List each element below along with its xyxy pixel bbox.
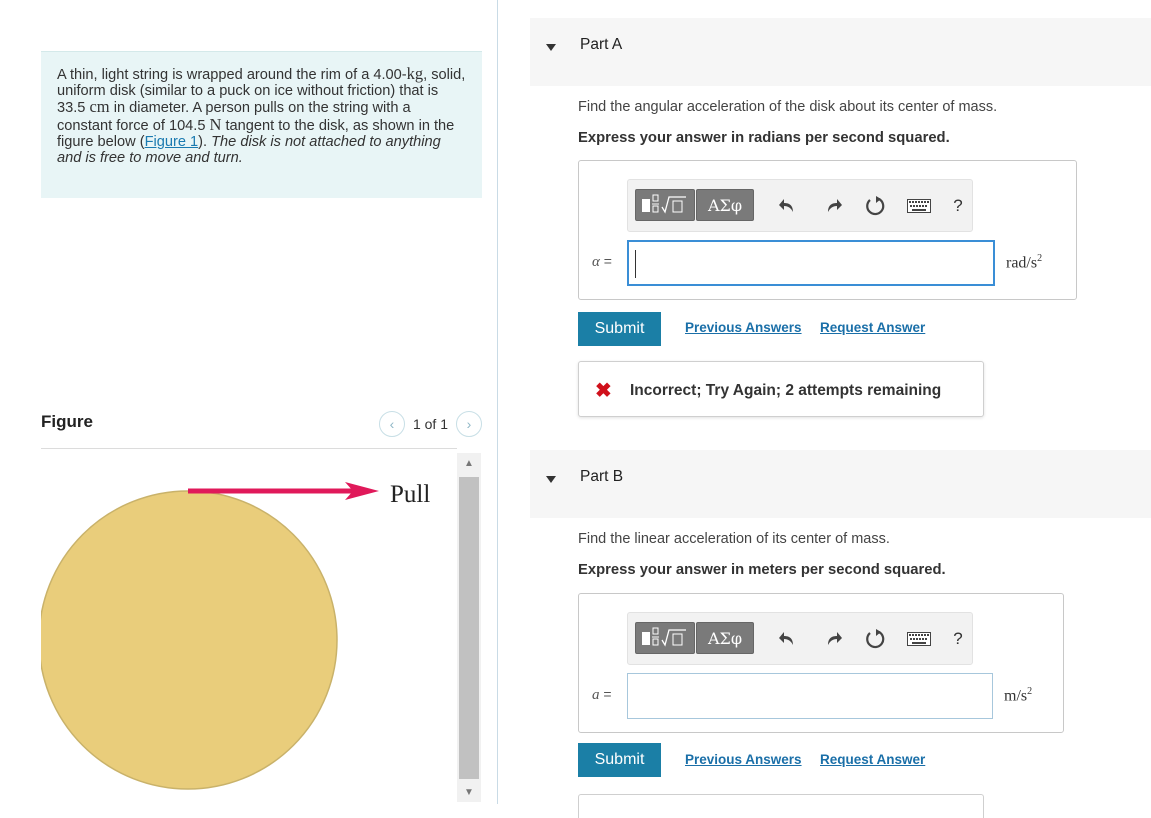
keyboard-icon[interactable] <box>907 194 931 218</box>
scroll-up-icon[interactable]: ▲ <box>457 453 481 473</box>
pull-label: Pull <box>390 481 430 508</box>
figure-pager: ‹ 1 of 1 › <box>378 411 482 437</box>
chevron-right-icon[interactable]: › <box>456 411 482 437</box>
part-a-answer-box: ΑΣφ ? α = rad/s2 <box>578 160 1077 300</box>
feedback-message: Incorrect; Try Again; 2 attempts remaini… <box>630 382 942 399</box>
equals-sign: = <box>599 686 612 702</box>
templates-icon[interactable] <box>635 622 695 654</box>
caret-down-icon[interactable] <box>546 44 556 51</box>
part-a-answer-input[interactable] <box>627 240 995 286</box>
math-toolbar: ΑΣφ ? <box>627 612 973 665</box>
redo-icon[interactable] <box>821 194 845 218</box>
chevron-left-icon[interactable]: ‹ <box>378 411 405 437</box>
part-b-answer-input[interactable] <box>627 673 993 719</box>
unit-cm: cm <box>89 97 110 117</box>
figure-viewport: Pull <box>41 450 457 802</box>
part-a-submit-button[interactable]: Submit <box>578 312 661 346</box>
disk-figure: Pull <box>41 481 430 790</box>
text-cursor <box>635 250 636 278</box>
part-b-instruction: Express your answer in meters per second… <box>578 562 946 578</box>
left-panel: A thin, light string is wrapped around t… <box>0 0 497 818</box>
variable-symbol: α <box>592 254 600 270</box>
figure-title: Figure <box>41 412 93 431</box>
part-a-title: Part A <box>580 36 623 53</box>
part-a-unit: rad/s2 <box>1006 253 1042 272</box>
figure-header: Figure ‹ 1 of 1 › <box>41 408 482 442</box>
problem-text: ). <box>198 133 212 150</box>
help-icon[interactable]: ? <box>946 627 970 651</box>
part-a-prompt: Find the angular acceleration of the dis… <box>578 99 998 115</box>
part-b-previous-answers-link[interactable]: Previous Answers <box>685 752 802 767</box>
part-a-variable-label: α = <box>592 253 612 271</box>
undo-icon[interactable] <box>776 627 800 651</box>
greek-letters-icon[interactable]: ΑΣφ <box>696 622 754 654</box>
part-b-answer-box: ΑΣφ ? a = m/s2 <box>578 593 1064 733</box>
part-b-request-answer-link[interactable]: Request Answer <box>820 752 925 767</box>
unit-n: N <box>209 114 222 134</box>
figure-divider <box>41 448 457 449</box>
equals-sign: = <box>599 253 612 269</box>
unit-base: m/s <box>1004 687 1028 705</box>
part-b-title: Part B <box>580 468 624 485</box>
figure-scrollbar[interactable]: ▲ ▼ <box>457 453 481 802</box>
part-a-request-answer-link[interactable]: Request Answer <box>820 320 925 335</box>
part-a-feedback: ✖ Incorrect; Try Again; 2 attempts remai… <box>578 361 984 417</box>
help-icon[interactable]: ? <box>946 194 970 218</box>
redo-icon[interactable] <box>821 627 845 651</box>
figure-link[interactable]: Figure 1 <box>145 134 199 150</box>
disk-shape <box>41 490 338 790</box>
math-toolbar: ΑΣφ ? <box>627 179 973 232</box>
unit-exponent: 2 <box>1027 686 1033 697</box>
undo-icon[interactable] <box>776 194 800 218</box>
unit-kg: kg <box>406 64 424 83</box>
panel-divider <box>497 0 498 804</box>
part-a-previous-answers-link[interactable]: Previous Answers <box>685 320 802 335</box>
part-b-prompt: Find the linear acceleration of its cent… <box>578 531 890 547</box>
part-b-unit: m/s2 <box>1004 686 1032 705</box>
variable-symbol: a <box>592 687 600 703</box>
problem-statement: A thin, light string is wrapped around t… <box>41 51 482 198</box>
part-b-submit-button[interactable]: Submit <box>578 743 661 777</box>
pager-text: 1 of 1 <box>412 416 448 432</box>
reset-icon[interactable] <box>863 627 887 651</box>
unit-exponent: 2 <box>1037 253 1043 264</box>
part-b-variable-label: a = <box>592 686 612 704</box>
part-a-instruction: Express your answer in radians per secon… <box>578 130 950 146</box>
templates-icon[interactable] <box>635 189 695 221</box>
scroll-thumb[interactable] <box>459 477 479 779</box>
unit-base: rad/s <box>1006 254 1038 272</box>
greek-letters-icon[interactable]: ΑΣφ <box>696 189 754 221</box>
reset-icon[interactable] <box>863 194 887 218</box>
problem-text: A thin, light string is wrapped around t… <box>57 67 407 83</box>
keyboard-icon[interactable] <box>907 627 931 651</box>
caret-down-icon[interactable] <box>546 476 556 483</box>
scroll-down-icon[interactable]: ▼ <box>457 782 481 802</box>
x-mark-icon: ✖ <box>595 380 612 402</box>
part-b-header[interactable]: Part B <box>530 450 1151 518</box>
part-b-feedback <box>578 794 984 818</box>
part-a-header[interactable]: Part A <box>530 18 1151 86</box>
